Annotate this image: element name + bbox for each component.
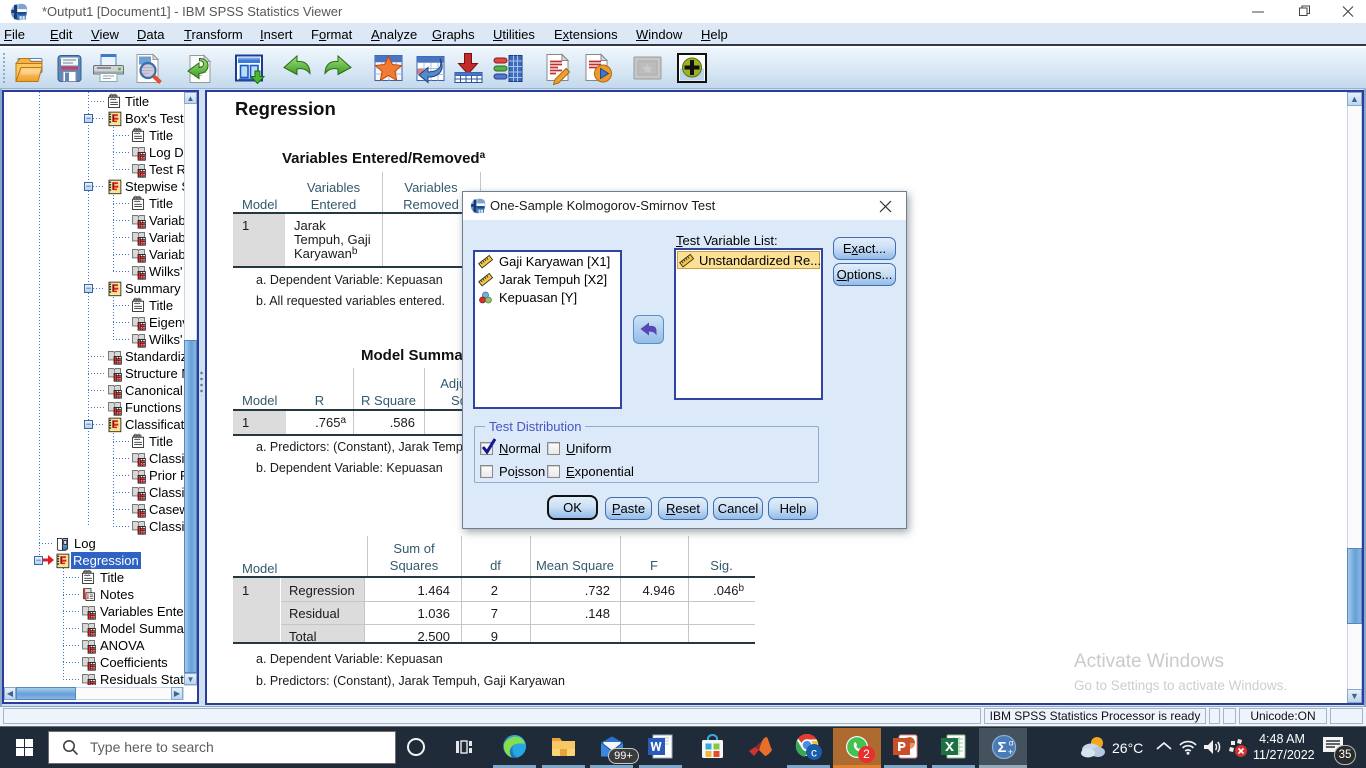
- svg-text:+: +: [1008, 747, 1013, 757]
- svg-text:c: c: [811, 746, 817, 760]
- svg-text:Σ: Σ: [997, 739, 1006, 756]
